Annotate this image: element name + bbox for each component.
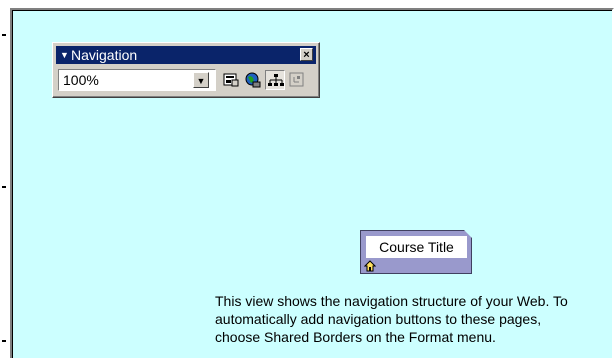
navigation-toolbar[interactable]: ▼ Navigation × 100% ▼ [52, 42, 320, 98]
external-content-button[interactable] [221, 70, 241, 90]
home-icon [364, 260, 376, 272]
ruler-tick [2, 34, 6, 36]
course-title-node[interactable]: Course Title [360, 230, 472, 274]
globe-button[interactable] [243, 70, 263, 90]
ruler-tick [2, 186, 6, 188]
node-title: Course Title [366, 236, 467, 258]
close-icon[interactable]: × [300, 48, 313, 61]
tree-structure-button[interactable] [265, 70, 285, 90]
tree-structure-icon [268, 74, 284, 86]
toolbar-title: Navigation [71, 47, 138, 63]
subtree-only-icon [289, 72, 304, 87]
info-line: choose Shared Borders on the Format menu… [215, 329, 496, 345]
info-line: This view shows the navigation structure… [215, 293, 568, 309]
globe-icon [245, 72, 261, 88]
toolbar-menu-arrow-icon[interactable]: ▼ [60, 46, 69, 64]
navigation-info-text: This view shows the navigation structure… [215, 292, 615, 346]
zoom-value: 100% [63, 72, 99, 88]
chevron-down-icon[interactable]: ▼ [193, 72, 209, 88]
info-line: automatically add navigation buttons to … [215, 311, 542, 327]
left-margin [0, 0, 10, 358]
toolbar-title-bar[interactable]: ▼ Navigation × [56, 46, 316, 64]
external-content-icon [223, 73, 239, 87]
ruler-tick [2, 340, 6, 342]
subtree-only-button[interactable] [287, 70, 307, 90]
